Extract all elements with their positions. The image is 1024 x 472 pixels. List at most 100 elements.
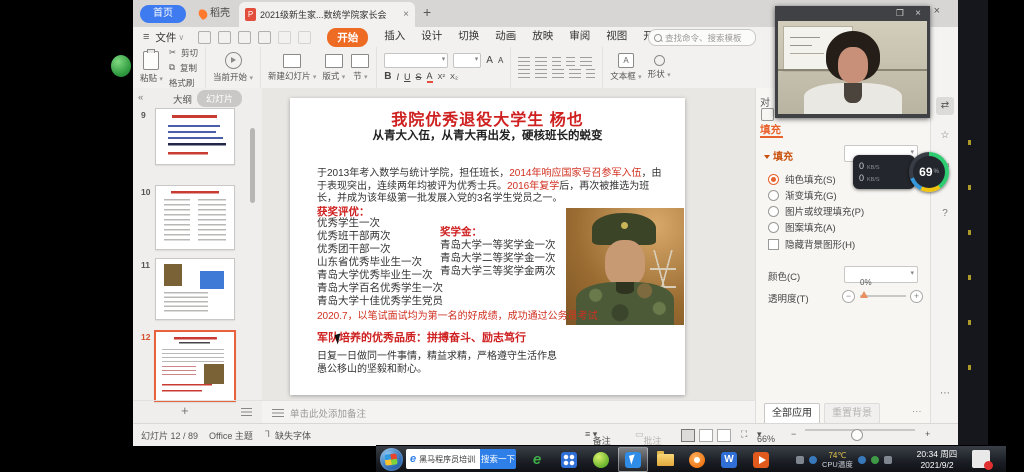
cut-button[interactable]: ✂ 剪切 xyxy=(169,47,198,59)
tab-slides[interactable]: 幻灯片 xyxy=(197,90,242,107)
textbox-button[interactable]: A 文本框 ▾ xyxy=(610,53,641,82)
strikethrough-button[interactable]: S xyxy=(416,72,422,82)
file-menu[interactable]: 文件 xyxy=(155,30,176,45)
taskbar-app-media[interactable] xyxy=(554,447,584,472)
command-search-input[interactable]: 查找命令、搜索模板 xyxy=(648,29,756,46)
indent-decrease-icon[interactable] xyxy=(552,57,561,66)
numbering-icon[interactable] xyxy=(535,57,547,66)
print-icon[interactable] xyxy=(238,31,251,44)
zoom-out-button[interactable]: − xyxy=(791,429,796,439)
taskbar-clock[interactable]: 20:34 周四 2021/9/2 xyxy=(908,449,966,470)
video-close-icon[interactable]: × xyxy=(915,8,921,19)
font-color-button[interactable]: A xyxy=(427,71,433,83)
sidebar-more-icon[interactable]: ⋯ xyxy=(936,385,954,403)
align-right-icon[interactable] xyxy=(552,69,564,78)
video-maximize-icon[interactable]: ❐ xyxy=(896,8,904,19)
notes-toggle[interactable]: ≡ 备注 ▾ xyxy=(585,429,597,440)
color-select[interactable] xyxy=(844,266,918,283)
tray-icon-generic[interactable] xyxy=(796,456,804,464)
zoom-level[interactable]: 66% ▾ xyxy=(757,429,762,440)
preview-icon[interactable] xyxy=(258,31,271,44)
copy-button[interactable]: ⧉ 复制 xyxy=(169,62,198,74)
transparency-slider-thumb[interactable] xyxy=(860,291,868,298)
properties-sidebar-icon[interactable]: ⇄ xyxy=(936,97,954,115)
webcam-overlay-window[interactable]: ❐ × xyxy=(775,6,930,118)
add-slide-button[interactable]: + xyxy=(181,403,189,418)
option-gradient-fill[interactable]: 渐变填充(G) xyxy=(768,188,837,202)
undo-icon[interactable] xyxy=(278,31,291,44)
redo-icon[interactable] xyxy=(298,31,311,44)
italic-button[interactable]: I xyxy=(397,72,400,82)
reading-view-icon[interactable] xyxy=(717,429,731,442)
slide-thumbnail-9[interactable] xyxy=(155,108,235,165)
output-icon[interactable] xyxy=(218,31,231,44)
align-left-icon[interactable] xyxy=(518,69,530,78)
tab-outline[interactable]: 大纲 xyxy=(173,92,192,106)
notes-bar[interactable]: 单击此处添加备注 xyxy=(262,400,755,424)
line-spacing-icon[interactable] xyxy=(580,57,592,66)
layout-button[interactable]: 版式 ▾ xyxy=(322,54,345,82)
start-button[interactable] xyxy=(380,448,403,471)
justify-icon[interactable] xyxy=(569,69,581,78)
bold-button[interactable]: B xyxy=(384,71,391,82)
fill-section-header[interactable]: 填充 xyxy=(764,148,793,163)
floating-assistant-ball[interactable] xyxy=(111,55,131,77)
tab-close-icon[interactable]: × xyxy=(403,9,409,20)
underline-button[interactable]: U xyxy=(404,72,411,82)
new-slide-button[interactable]: 新建幻灯片 ▾ xyxy=(268,54,316,82)
option-pattern-fill[interactable]: 图案填充(A) xyxy=(768,220,836,234)
taskbar-app-wps[interactable]: W xyxy=(714,447,744,472)
slide-thumbnail-11[interactable] xyxy=(155,258,235,320)
apply-all-button[interactable]: 全部应用 xyxy=(764,403,820,424)
option-hide-background[interactable]: 隐藏背景图形(H) xyxy=(768,237,855,251)
taskbar-app-wpp[interactable] xyxy=(746,447,776,472)
tray-icon-flag[interactable] xyxy=(884,456,892,464)
current-slide[interactable]: 我院优秀退役大学生 杨也 从青大入伍，从青大再出发，硬核班长的蜕变 于2013年… xyxy=(290,98,685,395)
tab-document[interactable]: P 2021级新生家...数统学院家长会 × xyxy=(239,2,415,27)
taskbar-app-remote-active[interactable] xyxy=(618,447,648,472)
tab-start[interactable]: 开始 xyxy=(327,28,368,47)
fit-slide-icon[interactable]: ⛶ xyxy=(741,429,747,440)
tray-icon-bluetooth[interactable] xyxy=(858,456,866,464)
option-solid-fill[interactable]: 纯色填充(S) xyxy=(768,172,836,186)
save-icon[interactable] xyxy=(198,31,211,44)
performance-widget[interactable]: 0KB/S 0KB/S 69% xyxy=(853,152,949,192)
hamburger-menu-icon[interactable]: ≡ xyxy=(143,31,149,43)
taskbar-app-recorder[interactable] xyxy=(682,447,712,472)
normal-view-icon[interactable] xyxy=(681,429,695,442)
tray-icon-antivirus[interactable] xyxy=(871,456,879,464)
section-button[interactable]: 节 ▾ xyxy=(351,54,369,82)
taskbar-search-field[interactable]: e 黑马程序员培训... xyxy=(406,449,480,469)
tab-review[interactable]: 审阅 xyxy=(569,28,590,47)
tab-docer[interactable]: 稻壳 xyxy=(193,5,236,23)
window-close-icon[interactable]: × xyxy=(934,5,940,17)
missing-font-label[interactable]: 缺失字体 xyxy=(275,429,311,442)
indent-increase-icon[interactable] xyxy=(566,57,575,66)
subscript-button[interactable]: X₂ xyxy=(450,72,458,81)
font-size-select[interactable] xyxy=(453,53,481,68)
align-center-icon[interactable] xyxy=(535,69,547,78)
thumbnail-scrollbar[interactable] xyxy=(250,128,255,203)
tab-home[interactable]: 首页 xyxy=(140,5,186,23)
option-picture-fill[interactable]: 图片或纹理填充(P) xyxy=(768,204,864,218)
paste-button[interactable]: 粘贴 ▾ xyxy=(140,51,163,84)
tab-transitions[interactable]: 切换 xyxy=(458,28,479,47)
taskbar-search-button[interactable]: 搜索一下 xyxy=(480,449,516,469)
slide-sorter-view-icon[interactable] xyxy=(699,429,713,442)
play-from-current-button[interactable]: 当前开始 ▾ xyxy=(213,52,253,83)
zoom-slider-thumb[interactable] xyxy=(851,429,863,441)
tab-animation[interactable]: 动画 xyxy=(495,28,516,47)
taskbar-app-browser[interactable]: e xyxy=(522,447,552,472)
tray-icon-network[interactable] xyxy=(809,456,817,464)
taskbar-app-security[interactable] xyxy=(586,447,616,472)
smart-tools-icon[interactable]: ☆ xyxy=(936,127,954,145)
slide-menu-icon[interactable] xyxy=(241,408,252,416)
columns-icon[interactable] xyxy=(586,69,595,78)
transparency-increase-button[interactable]: + xyxy=(910,290,923,303)
transparency-decrease-button[interactable]: − xyxy=(842,290,855,303)
shapes-button[interactable]: 形状 ▾ xyxy=(648,55,671,80)
format-painter-button[interactable]: 格式刷 xyxy=(169,77,198,89)
help-icon[interactable]: ? xyxy=(936,205,954,223)
tab-slideshow[interactable]: 放映 xyxy=(532,28,553,47)
tab-design[interactable]: 设计 xyxy=(421,28,442,47)
